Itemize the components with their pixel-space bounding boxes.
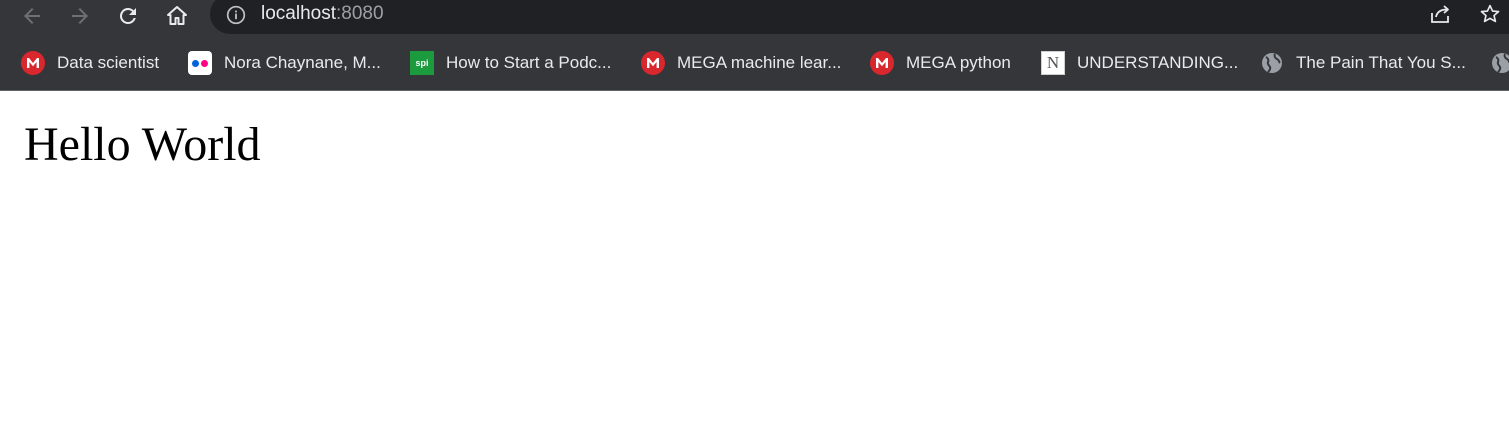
bookmark-item[interactable]: Data scientist bbox=[21, 51, 159, 75]
share-icon[interactable] bbox=[1429, 4, 1451, 24]
bookmark-item[interactable]: The Pain That You S... bbox=[1260, 51, 1466, 75]
notion-icon: N bbox=[1041, 51, 1065, 75]
home-button[interactable] bbox=[161, 0, 193, 32]
bookmark-label: MEGA machine lear... bbox=[677, 53, 842, 72]
bookmarks-bar: Data scientist Nora Chaynane, M... spi H… bbox=[0, 36, 1509, 90]
page-content: Hello World bbox=[0, 91, 1509, 429]
bookmark-label: MEGA python bbox=[906, 53, 1011, 72]
globe-icon bbox=[1260, 51, 1284, 75]
bookmark-overflow[interactable] bbox=[1490, 51, 1509, 75]
flickr-icon bbox=[188, 51, 212, 75]
back-arrow-icon bbox=[24, 8, 40, 24]
mega-icon bbox=[21, 51, 45, 75]
browser-toolbar: localhost:8080 bbox=[0, 0, 1509, 36]
bookmark-item[interactable]: Nora Chaynane, M... bbox=[188, 51, 381, 75]
bookmark-item[interactable]: N UNDERSTANDING... bbox=[1041, 51, 1238, 75]
page-heading: Hello World bbox=[24, 118, 261, 171]
mega-icon bbox=[870, 51, 894, 75]
bookmark-star-icon[interactable] bbox=[1479, 3, 1501, 25]
url-host: localhost bbox=[261, 3, 336, 24]
spi-icon: spi bbox=[410, 51, 434, 75]
bookmark-item[interactable]: MEGA machine lear... bbox=[641, 51, 841, 75]
bookmark-label: Data scientist bbox=[57, 53, 160, 72]
browser-chrome: localhost:8080 Data scientist Nora Chayn… bbox=[0, 0, 1509, 91]
url-text[interactable]: localhost:8080 bbox=[261, 2, 384, 26]
site-info-icon[interactable] bbox=[226, 5, 246, 25]
forward-arrow-icon bbox=[72, 8, 88, 24]
reload-icon bbox=[119, 7, 136, 24]
mega-icon bbox=[641, 51, 665, 75]
bookmark-label: The Pain That You S... bbox=[1296, 53, 1466, 72]
bookmark-item[interactable]: spi How to Start a Podc... bbox=[410, 51, 611, 75]
bookmark-item[interactable]: MEGA python bbox=[870, 51, 1011, 75]
home-icon bbox=[167, 6, 187, 25]
bookmark-label: UNDERSTANDING... bbox=[1077, 53, 1239, 72]
globe-icon bbox=[1490, 51, 1509, 75]
back-button[interactable] bbox=[16, 0, 48, 32]
reload-button[interactable] bbox=[112, 0, 144, 32]
bookmark-label: How to Start a Podc... bbox=[446, 53, 612, 72]
url-port: :8080 bbox=[336, 3, 384, 24]
address-bar[interactable]: localhost:8080 bbox=[210, 0, 1509, 34]
bookmark-label: Nora Chaynane, M... bbox=[224, 53, 381, 72]
forward-button[interactable] bbox=[64, 0, 96, 32]
